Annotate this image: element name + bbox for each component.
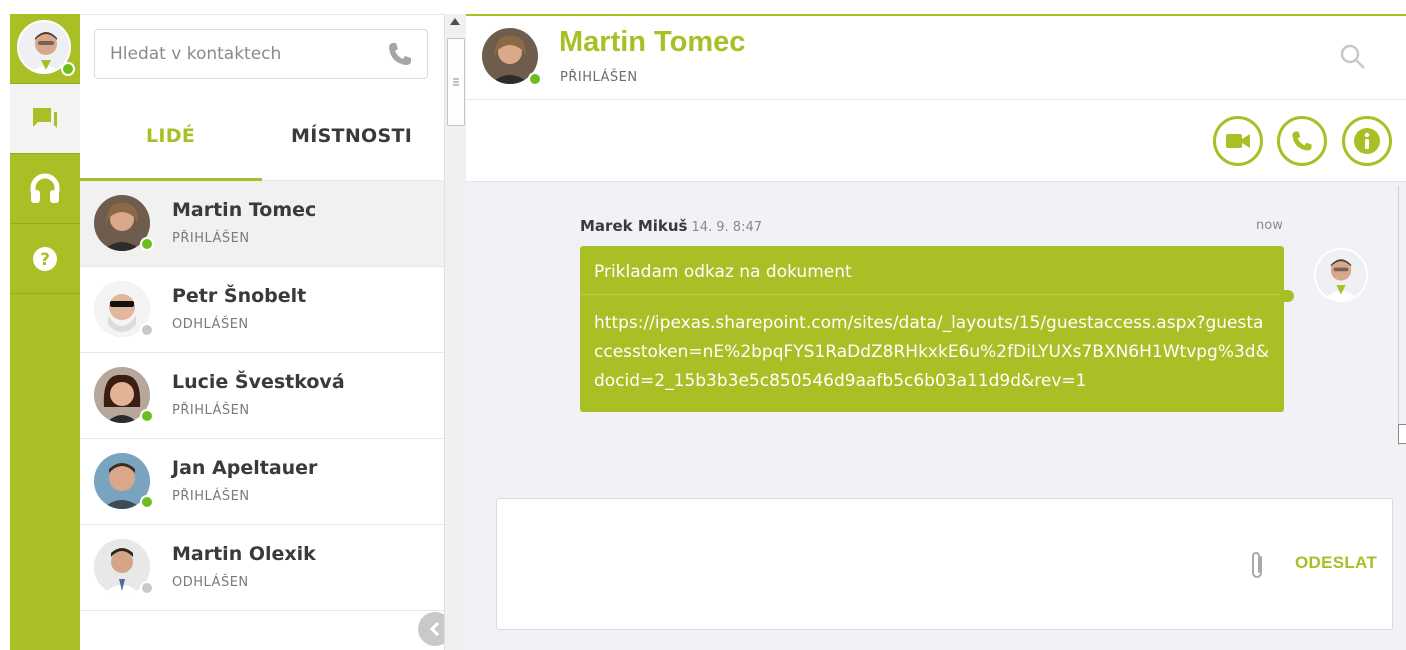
chat-contact-status: PŘIHLÁŠEN [560,70,638,85]
status-dot [140,409,154,423]
status-dot [140,495,154,509]
contact-status: PŘIHLÁŠEN [172,489,250,504]
contact-item-petr-snobelt[interactable]: Petr Šnobelt ODHLÁŠEN [80,267,444,353]
help-icon: ? [33,246,57,271]
rail-headset-button[interactable] [10,154,80,224]
rail-user[interactable] [10,14,80,84]
attachment-icon[interactable] [1247,549,1267,583]
svg-text:?: ? [40,250,50,270]
chat-header: Martin Tomec PŘIHLÁŠEN [466,16,1406,100]
user-status-dot [61,62,75,76]
bubble-tail [1280,290,1294,302]
app-window: ? LIDÉ MÍSTNOSTI Martin Tomec PŘIHLÁŠEN [0,0,1406,650]
phone-call-icon [1292,131,1312,151]
contact-name: Petr Šnobelt [172,285,307,307]
message-author-avatar [1314,248,1368,302]
contact-status: PŘIHLÁŠEN [172,231,250,246]
rail-chat-button[interactable] [10,84,80,154]
contact-item-martin-olexik[interactable]: Martin Olexik ODHLÁŠEN [80,525,444,611]
chat-scroll-thumb[interactable] [1398,424,1406,444]
contact-name: Martin Tomec [172,199,317,221]
message-list: Marek Mikuš 14. 9. 8:47 now Prikladam odk… [466,182,1406,482]
scroll-thumb[interactable] [447,38,465,126]
message-relative-time: now [1256,218,1283,233]
contacts-scrollbar[interactable] [444,14,466,650]
contact-list: Martin Tomec PŘIHLÁŠEN Petr Šnobelt ODHL… [80,181,444,611]
tab-people[interactable]: LIDÉ [146,125,195,147]
chat-icon [33,107,57,128]
phone-call-button[interactable] [1277,116,1327,166]
chat-contact-status-dot [528,72,542,86]
contacts-panel: LIDÉ MÍSTNOSTI Martin Tomec PŘIHLÁŠEN Pe… [80,14,452,650]
phone-icon[interactable] [385,39,415,69]
tab-rooms[interactable]: MÍSTNOSTI [291,125,412,147]
contact-item-jan-apeltauer[interactable]: Jan Apeltauer PŘIHLÁŠEN [80,439,444,525]
contact-name: Martin Olexik [172,543,316,565]
contact-status: ODHLÁŠEN [172,575,249,590]
status-dot [140,581,154,595]
chat-actions [466,100,1406,182]
message-input[interactable] [497,499,1237,629]
chat-scrollbar[interactable] [1398,186,1406,446]
video-call-icon [1226,134,1250,148]
info-icon [1354,128,1380,154]
contact-item-martin-tomec[interactable]: Martin Tomec PŘIHLÁŠEN [80,181,444,267]
contact-tabs: LIDÉ MÍSTNOSTI [80,95,444,181]
status-dot [140,237,154,251]
message-link[interactable]: https://ipexas.sharepoint.com/sites/data… [580,295,1284,412]
video-call-button[interactable] [1213,116,1263,166]
send-button[interactable]: ODESLAT [1295,553,1377,573]
headset-icon [30,173,60,203]
contact-search[interactable] [94,29,428,79]
message-bubble: Prikladam odkaz na dokument https://ipex… [580,246,1294,412]
chevron-left-icon [429,621,440,637]
status-dot [140,323,154,337]
left-rail: ? [10,14,80,650]
search-icon[interactable] [1338,42,1368,72]
contact-status: PŘIHLÁŠEN [172,403,250,418]
contact-name: Lucie Švestková [172,371,345,393]
message-text: Prikladam odkaz na dokument [580,246,1284,295]
contact-item-lucie-svestkova[interactable]: Lucie Švestková PŘIHLÁŠEN [80,353,444,439]
contact-name: Jan Apeltauer [172,457,318,479]
info-button[interactable] [1342,116,1392,166]
chat-panel: Martin Tomec PŘIHLÁŠEN Marek Mikuš 14. 9.… [466,14,1406,650]
author-name: Marek Mikuš [580,217,688,235]
message-date: 14. 9. 8:47 [691,220,763,235]
search-input[interactable] [110,44,385,64]
chat-contact-name: Martin Tomec [559,26,746,58]
scroll-up-arrow[interactable] [450,18,460,25]
message-composer: ODESLAT [496,498,1393,630]
rail-help-button[interactable]: ? [10,224,80,294]
contact-status: ODHLÁŠEN [172,317,249,332]
message-author: Marek Mikuš 14. 9. 8:47 [580,217,762,235]
